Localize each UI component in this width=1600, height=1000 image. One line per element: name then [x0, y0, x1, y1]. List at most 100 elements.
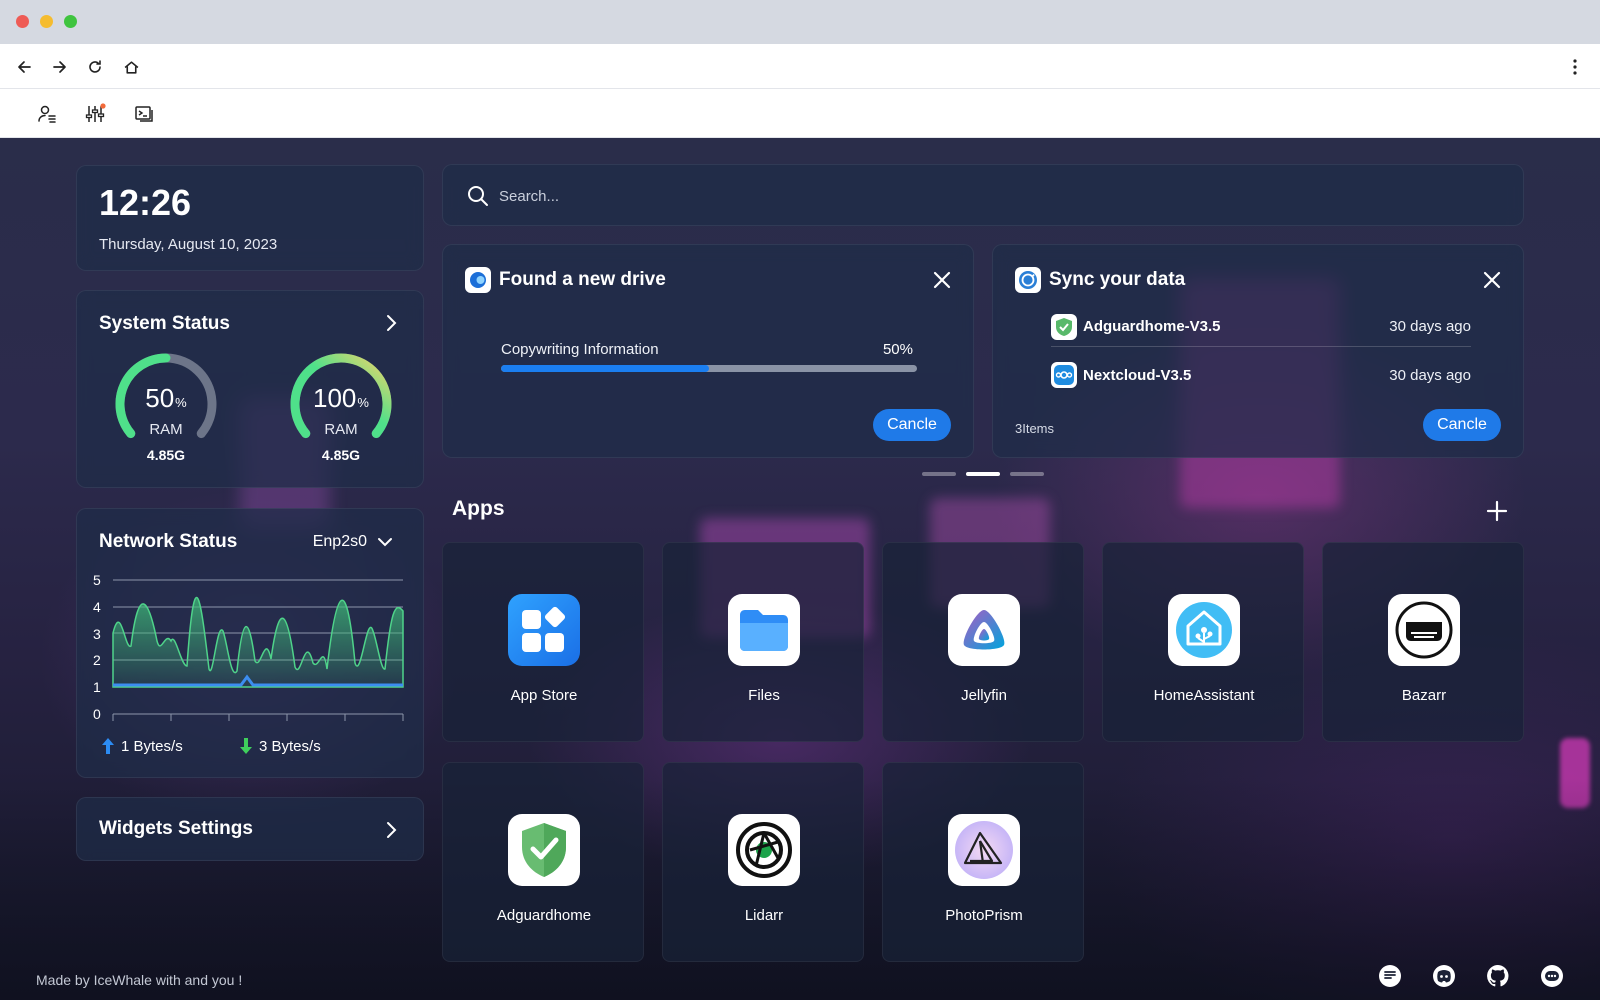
app-label: Jellyfin: [961, 687, 1007, 704]
carousel-dot[interactable]: [1010, 472, 1044, 476]
sync-item-time: 30 days ago: [1389, 318, 1471, 335]
app-tile[interactable]: PhotoPrism: [882, 762, 1084, 962]
carousel-dot-active[interactable]: [966, 472, 1000, 476]
system-status-widget: System Status 50% RAM 4.85G 100% RAM 4.8…: [76, 290, 424, 488]
discord-icon[interactable]: [1432, 964, 1456, 988]
app-toolbar: [0, 89, 1600, 138]
new-drive-card: Found a new drive Copywriting Informatio…: [442, 244, 974, 458]
y-axis-ticks: 5 4 3 2 1 0: [93, 572, 101, 722]
gauge-size: 4.85G: [321, 447, 361, 463]
message-icon[interactable]: [1540, 964, 1564, 988]
app-tile[interactable]: App Store: [442, 542, 644, 742]
widgets-settings-button[interactable]: Widgets Settings: [76, 797, 424, 861]
jellyfin-icon: [948, 594, 1020, 666]
terminal-icon[interactable]: [131, 101, 157, 127]
cancel-button[interactable]: Cancle: [1423, 409, 1501, 441]
drive-card-title: Found a new drive: [499, 269, 666, 290]
sync-data-card: Sync your data Adguardhome-V3.5 30 days …: [992, 244, 1524, 458]
ram-gauge-1: 50% RAM 4.85G: [111, 349, 221, 469]
sync-item-count: 3Items: [1015, 421, 1055, 436]
download-series-area: [112, 596, 404, 688]
bazarr-icon: [1388, 594, 1460, 666]
window-titlebar: [0, 0, 1600, 44]
progress-bar: [501, 365, 917, 372]
y-tick: 3: [93, 626, 101, 642]
sync-item-time: 30 days ago: [1389, 366, 1471, 384]
app-label: Adguardhome: [496, 907, 592, 924]
home-icon[interactable]: [120, 56, 142, 78]
chevron-right-icon[interactable]: [381, 313, 401, 333]
reload-icon[interactable]: [84, 56, 106, 78]
y-tick: 5: [93, 572, 101, 588]
lidarr-icon: [728, 814, 800, 886]
sync-icon: [1015, 267, 1041, 293]
files-icon: [728, 594, 800, 666]
close-window-button[interactable]: [16, 15, 29, 28]
upload-speed: 1 Bytes/s: [101, 737, 183, 755]
gauge-value: 100%: [313, 383, 369, 413]
sync-item-name: Nextcloud-V3.5: [1083, 366, 1192, 384]
drive-icon: [465, 267, 491, 293]
maximize-window-button[interactable]: [64, 15, 77, 28]
app-tile[interactable]: HomeAssistant: [1102, 542, 1304, 742]
gauge-size: 4.85G: [146, 447, 186, 463]
app-label: PhotoPrism: [945, 907, 1023, 924]
settings-sliders-icon[interactable]: [82, 101, 108, 127]
system-status-title: System Status: [99, 313, 230, 334]
github-icon[interactable]: [1486, 964, 1510, 988]
app-tile[interactable]: Jellyfin: [882, 542, 1084, 742]
app-label: App Store: [510, 687, 578, 704]
app-store-icon: [508, 594, 580, 666]
minimize-window-button[interactable]: [40, 15, 53, 28]
progress-label: Copywriting Information: [501, 341, 659, 358]
search-bar[interactable]: [442, 164, 1524, 226]
app-tile[interactable]: Bazarr: [1322, 542, 1524, 742]
clock-time: 12:26: [99, 182, 192, 223]
y-tick: 4: [93, 599, 101, 615]
y-tick: 2: [93, 652, 101, 668]
app-label: Files: [748, 687, 780, 704]
apps-section-title: Apps: [452, 497, 505, 520]
widgets-settings-title: Widgets Settings: [99, 818, 253, 839]
app-label: Lidarr: [744, 907, 784, 924]
search-input[interactable]: [499, 179, 1399, 213]
app-label: HomeAssistant: [1153, 687, 1255, 704]
forward-arrow-icon[interactable]: [49, 56, 71, 78]
progress-percent: 50%: [882, 341, 913, 358]
sync-item-name: Adguardhome-V3.5: [1083, 318, 1221, 335]
back-arrow-icon[interactable]: [13, 56, 35, 78]
upload-arrow-icon: [102, 738, 114, 754]
chevron-right-icon: [381, 820, 401, 840]
progress-fill: [501, 365, 709, 372]
close-icon[interactable]: [1481, 269, 1503, 291]
gauge-label: RAM: [324, 421, 358, 438]
app-tile[interactable]: Files: [662, 542, 864, 742]
sync-item: Nextcloud-V3.5 30 days ago: [1051, 355, 1471, 395]
interface-name: Enp2s0: [312, 533, 367, 550]
close-icon[interactable]: [931, 269, 953, 291]
carousel-dot[interactable]: [922, 472, 956, 476]
adguardhome-icon: [508, 814, 580, 886]
nextcloud-icon: [1051, 362, 1077, 388]
gauge-value: 50%: [145, 383, 187, 413]
chat-icon[interactable]: [1378, 964, 1402, 988]
cancel-button[interactable]: Cancle: [873, 409, 951, 441]
network-status-title: Network Status: [99, 531, 238, 552]
search-icon: [467, 185, 489, 212]
network-status-widget: Network Status Enp2s0 5 4 3 2 1 0 1 Byte…: [76, 508, 424, 778]
more-vertical-icon[interactable]: [1564, 56, 1586, 78]
download-arrow-icon: [240, 738, 252, 754]
y-tick: 0: [93, 706, 101, 722]
network-chart: 5 4 3 2 1 0: [93, 572, 404, 722]
app-tile[interactable]: Adguardhome: [442, 762, 644, 962]
app-label: Bazarr: [1401, 687, 1447, 704]
app-tile[interactable]: Lidarr: [662, 762, 864, 962]
photoprism-icon: [948, 814, 1020, 886]
clock-widget: 12:26 Thursday, August 10, 2023: [76, 165, 424, 271]
add-app-icon[interactable]: [1486, 500, 1508, 522]
download-speed: 3 Bytes/s: [239, 737, 321, 755]
interface-dropdown[interactable]: Enp2s0: [313, 533, 393, 551]
sync-item: Adguardhome-V3.5 30 days ago: [1051, 307, 1471, 347]
account-icon[interactable]: [34, 101, 60, 127]
adguard-icon: [1051, 313, 1077, 340]
